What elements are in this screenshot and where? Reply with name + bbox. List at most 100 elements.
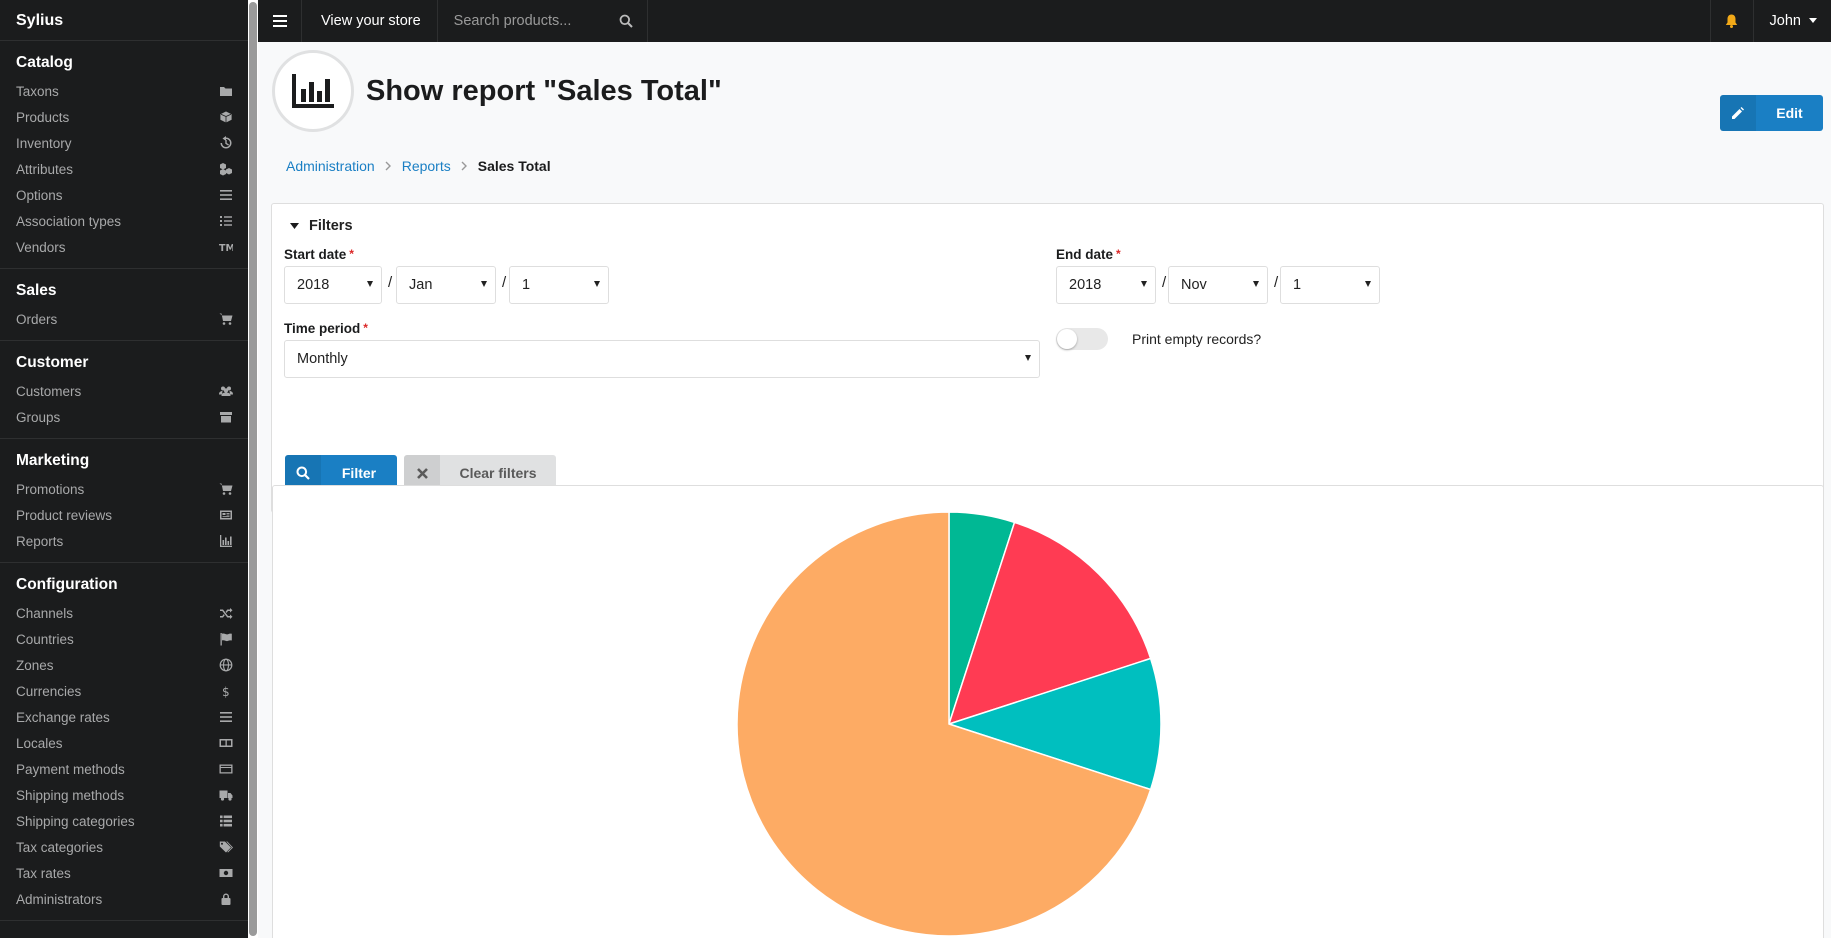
menu-toggle-button[interactable]	[258, 0, 302, 42]
view-store-link[interactable]: View your store	[302, 0, 438, 42]
print-empty-records-label: Print empty records?	[1132, 331, 1262, 347]
trademark-icon: TM	[218, 239, 234, 255]
sidebar-item-tax-rates[interactable]: Tax rates	[0, 860, 258, 886]
caret-down-icon	[1809, 18, 1817, 23]
edit-button[interactable]: Edit	[1720, 95, 1823, 131]
filters-accordion-title[interactable]: Filters	[290, 218, 353, 234]
end-month-select[interactable]: Nov	[1168, 266, 1268, 304]
sidebar-item-label: Currencies	[16, 683, 82, 699]
breadcrumb-reports[interactable]: Reports	[402, 158, 451, 174]
sidebar-item-inventory[interactable]: Inventory	[0, 130, 258, 156]
report-header-icon	[272, 50, 354, 132]
sidebar-item-label: Tax categories	[16, 839, 104, 855]
cube-icon	[218, 109, 234, 125]
sidebar-item-label: Exchange rates	[16, 709, 110, 725]
sidebar-item-options[interactable]: Options	[0, 182, 258, 208]
users-icon	[218, 383, 234, 399]
sidebar: Sylius Catalog Taxons Products Inventory Att…	[0, 0, 258, 938]
globe-icon	[218, 657, 234, 673]
scrollbar-thumb[interactable]	[249, 2, 257, 936]
sidebar-item-label: Promotions	[16, 481, 85, 497]
sidebar-item-countries[interactable]: Countries	[0, 626, 258, 652]
filters-panel: Filters Start date * 2018 / Jan / 1 Time …	[271, 203, 1824, 513]
user-menu[interactable]: John	[1754, 0, 1831, 42]
sidebar-item-vendors[interactable]: Vendors TM	[0, 234, 258, 260]
time-period-label: Time period *	[284, 321, 368, 336]
breadcrumb-administration[interactable]: Administration	[286, 158, 375, 174]
brand-logo[interactable]: Sylius	[0, 0, 258, 41]
credit-card-icon	[218, 761, 234, 777]
sidebar-item-attributes[interactable]: Attributes	[0, 156, 258, 182]
page-header: Show report "Sales Total"	[272, 50, 722, 132]
sidebar-item-label: Countries	[16, 631, 74, 647]
end-date-label: End date *	[1056, 247, 1121, 262]
sidebar-item-zones[interactable]: Zones	[0, 652, 258, 678]
sidebar-item-label: Tax rates	[16, 865, 71, 881]
notifications-button[interactable]	[1709, 0, 1754, 42]
cart-plus-icon	[218, 481, 234, 497]
edit-button-label: Edit	[1776, 105, 1803, 121]
sidebar-item-label: Shipping methods	[16, 787, 125, 803]
translate-icon	[218, 735, 234, 751]
sidebar-item-administrators[interactable]: Administrators	[0, 886, 258, 912]
list-icon	[218, 813, 234, 829]
sidebar-scrollbar[interactable]	[248, 0, 258, 938]
sidebar-section-header: Catalog	[16, 54, 73, 71]
user-name: John	[1769, 13, 1801, 29]
start-year-select[interactable]: 2018	[284, 266, 382, 304]
sidebar-item-label: Shipping categories	[16, 813, 135, 829]
topbar: View your store John	[258, 0, 1831, 42]
hamburger-icon	[272, 15, 287, 27]
sidebar-item-customers[interactable]: Customers	[0, 378, 258, 404]
end-day-select[interactable]: 1	[1280, 266, 1380, 304]
search-input[interactable]	[453, 13, 614, 29]
sidebar-item-exchange-rates[interactable]: Exchange rates	[0, 704, 258, 730]
search-icon[interactable]	[619, 14, 633, 28]
sidebar-item-orders[interactable]: Orders	[0, 306, 258, 332]
sidebar-item-label: Products	[16, 109, 70, 125]
sidebar-item-groups[interactable]: Groups	[0, 404, 258, 430]
sidebar-section-configuration: Configuration Channels Countries Zones Curre…	[0, 563, 258, 921]
sidebar-item-association-types[interactable]: Association types	[0, 208, 258, 234]
tags-icon	[218, 839, 234, 855]
sidebar-item-shipping-methods[interactable]: Shipping methods	[0, 782, 258, 808]
sidebar-item-locales[interactable]: Locales	[0, 730, 258, 756]
sidebar-item-label: Administrators	[16, 891, 103, 907]
sidebar-item-label: Association types	[16, 213, 122, 229]
archive-icon	[218, 409, 234, 425]
sidebar-section-header: Marketing	[16, 452, 90, 469]
date-separator: /	[502, 274, 507, 291]
options-icon	[218, 187, 234, 203]
flag-icon	[218, 631, 234, 647]
sidebar-item-payment-methods[interactable]: Payment methods	[0, 756, 258, 782]
svg-text:TM: TM	[219, 243, 233, 254]
end-year-select[interactable]: 2018	[1056, 266, 1156, 304]
sidebar-item-reports[interactable]: Reports	[0, 528, 258, 554]
newspaper-icon	[218, 507, 234, 523]
sidebar-item-label: Locales	[16, 735, 63, 751]
sidebar-item-taxons[interactable]: Taxons	[0, 78, 258, 104]
sidebar-item-tax-categories[interactable]: Tax categories	[0, 834, 258, 860]
cubes-icon	[218, 161, 234, 177]
sidebar-item-label: Groups	[16, 409, 61, 425]
money-icon	[218, 865, 234, 881]
filter-button-label: Filter	[341, 465, 377, 481]
start-day-select[interactable]: 1	[509, 266, 609, 304]
sidebar-item-product-reviews[interactable]: Product reviews	[0, 502, 258, 528]
sidebar-item-label: Inventory	[16, 135, 72, 151]
sidebar-item-shipping-categories[interactable]: Shipping categories	[0, 808, 258, 834]
start-month-select[interactable]: Jan	[396, 266, 496, 304]
time-period-select[interactable]: Monthly	[284, 340, 1040, 378]
toggle-knob	[1057, 329, 1077, 349]
chevron-right-icon	[385, 161, 391, 171]
date-separator: /	[1162, 274, 1167, 291]
sidebar-item-channels[interactable]: Channels	[0, 600, 258, 626]
sidebar-item-label: Orders	[16, 311, 58, 327]
breadcrumb: Administration Reports Sales Total	[286, 158, 551, 174]
tasks-icon	[218, 213, 234, 229]
print-empty-records-toggle[interactable]	[1056, 328, 1108, 350]
sidebar-item-promotions[interactable]: Promotions	[0, 476, 258, 502]
sidebar-item-products[interactable]: Products	[0, 104, 258, 130]
sidebar-item-label: Product reviews	[16, 507, 113, 523]
sidebar-item-currencies[interactable]: Currencies $	[0, 678, 258, 704]
